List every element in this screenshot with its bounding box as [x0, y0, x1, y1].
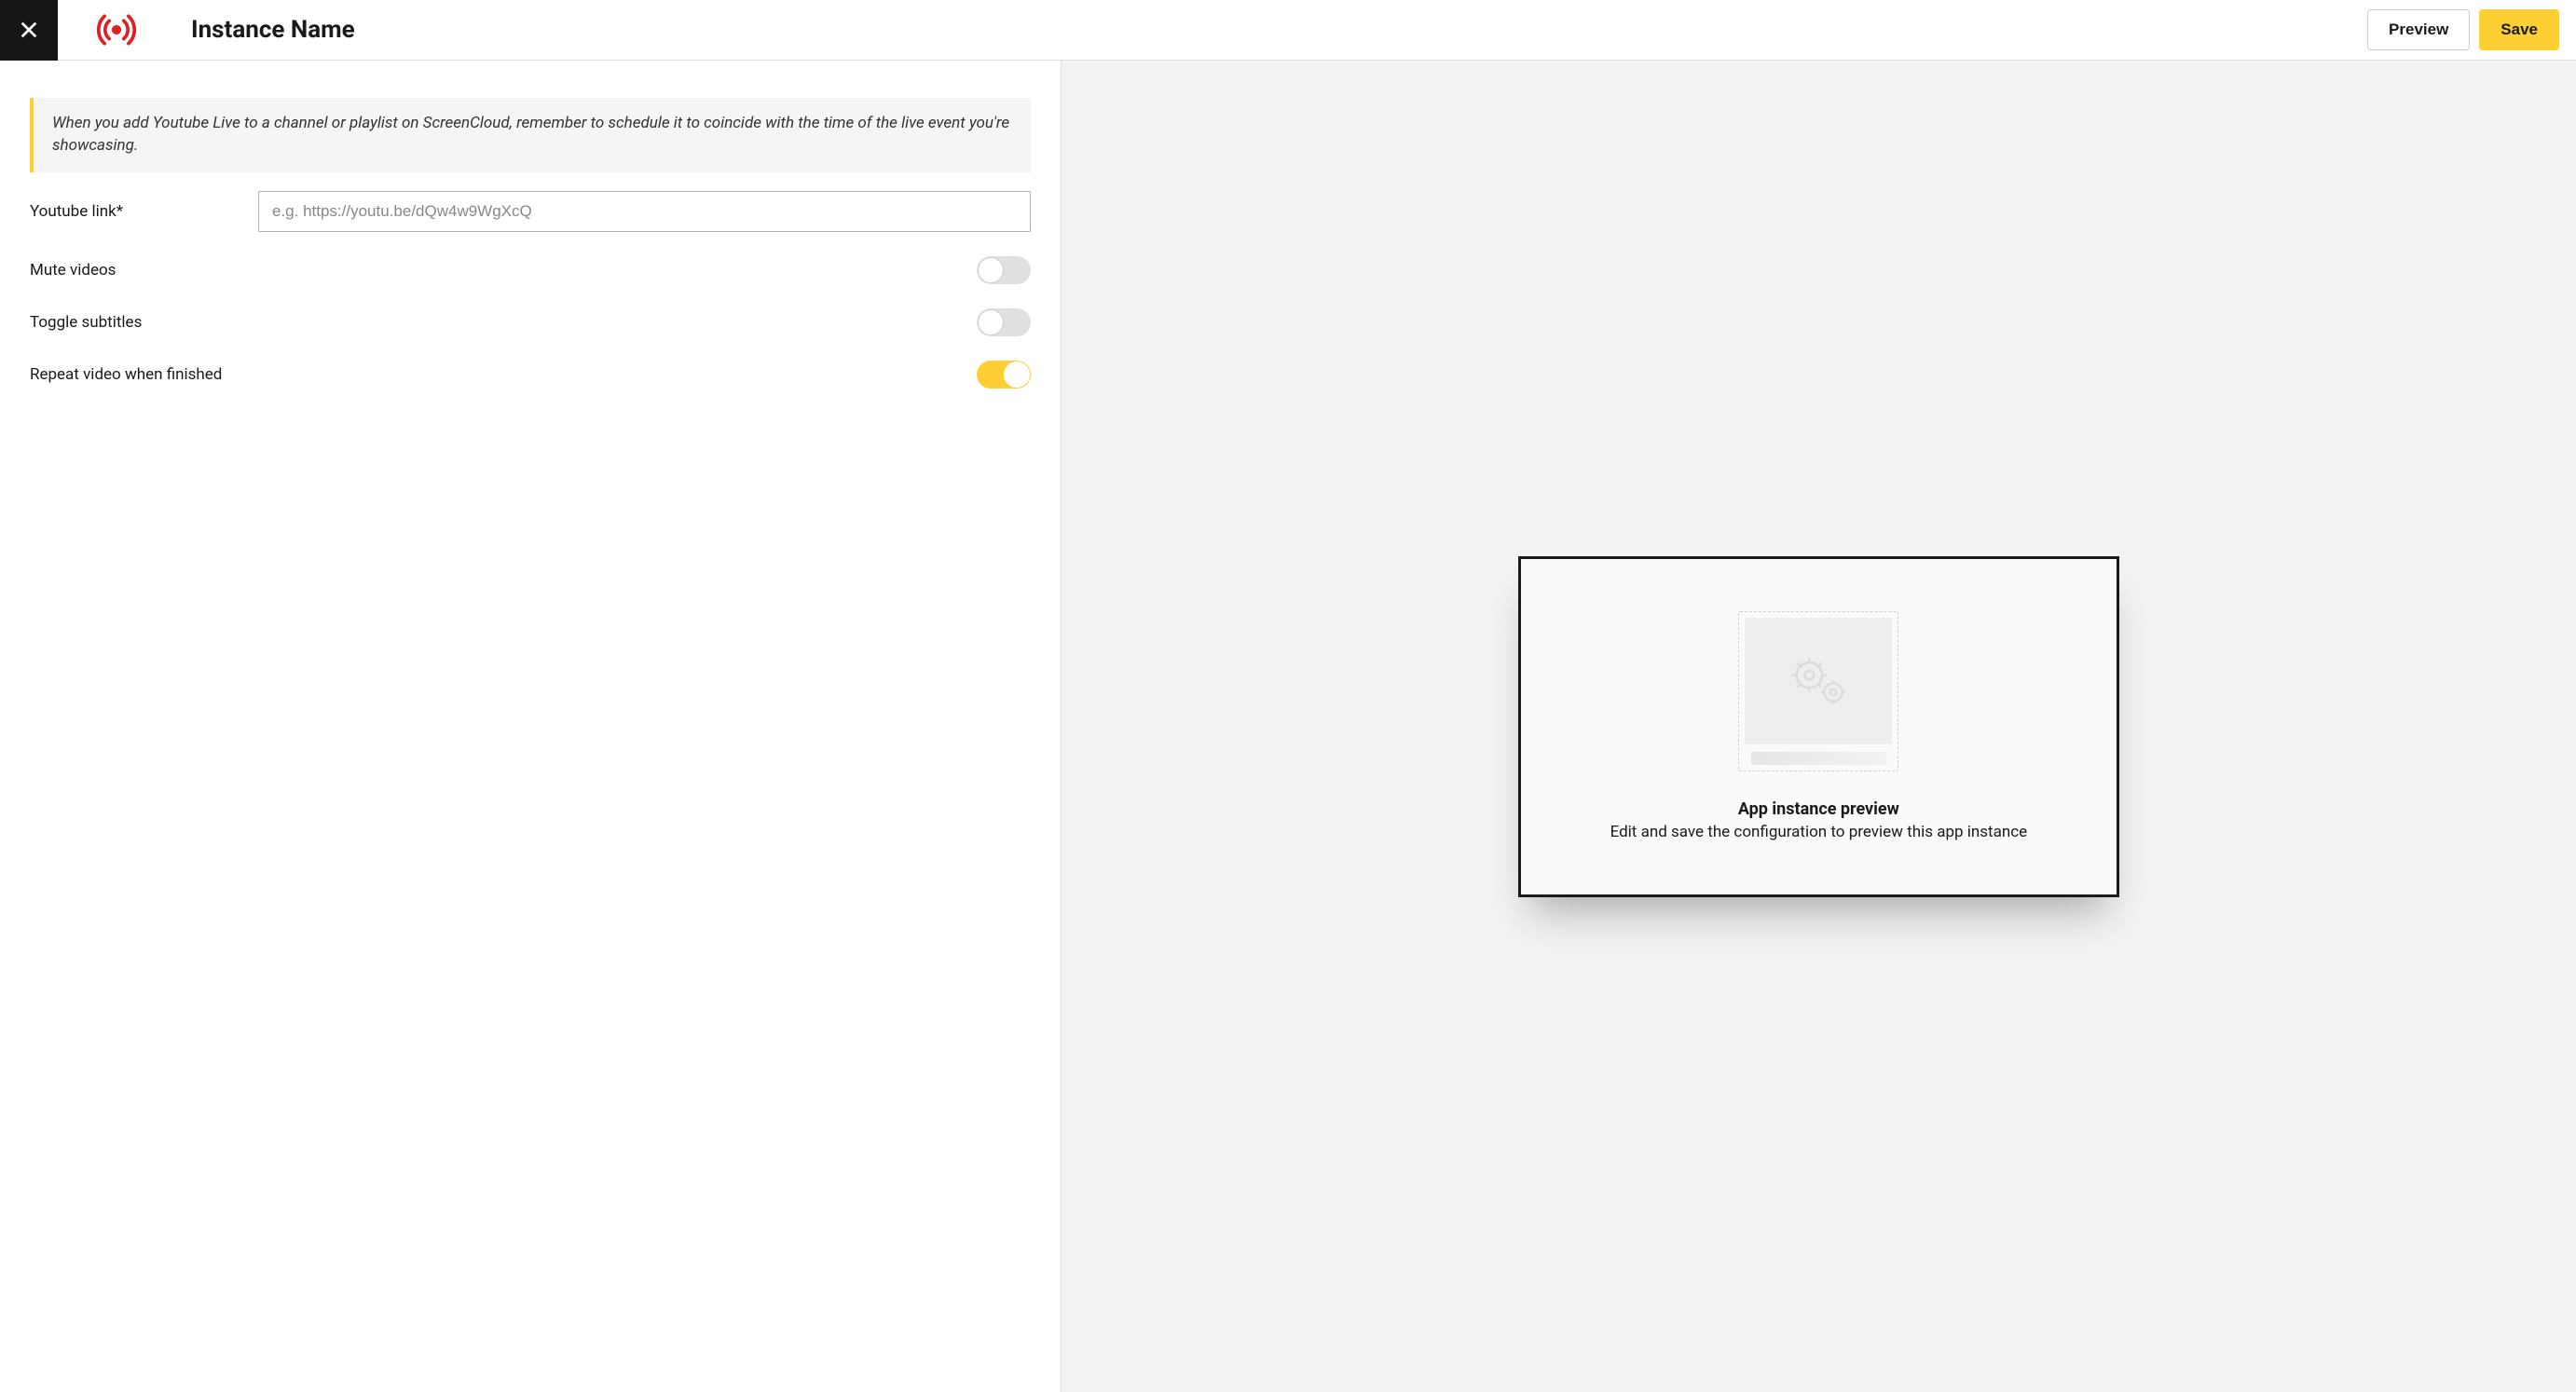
preview-description: Edit and save the configuration to previ…: [1610, 823, 2028, 841]
toggle-knob: [1004, 362, 1030, 388]
instance-title[interactable]: Instance Name: [191, 16, 2367, 44]
preview-title: App instance preview: [1738, 799, 1899, 819]
broadcast-icon: [95, 8, 138, 51]
close-button[interactable]: [0, 0, 58, 61]
youtube-link-row: Youtube link*: [30, 191, 1031, 232]
mute-label: Mute videos: [30, 261, 258, 280]
toggle-knob: [978, 309, 1004, 335]
placeholder-bar: [1751, 752, 1886, 765]
mute-row: Mute videos: [30, 256, 1031, 284]
preview-frame: App instance preview Edit and save the c…: [1518, 556, 2119, 897]
header-actions: Preview Save: [2367, 9, 2559, 50]
info-callout: When you add Youtube Live to a channel o…: [30, 98, 1031, 172]
repeat-label: Repeat video when finished: [30, 365, 258, 384]
app-live-icon: [93, 8, 140, 51]
header-bar: Instance Name Preview Save: [0, 0, 2576, 61]
subtitles-toggle[interactable]: [977, 308, 1031, 336]
close-icon: [19, 20, 39, 40]
repeat-toggle[interactable]: [977, 361, 1031, 389]
subtitles-label: Toggle subtitles: [30, 313, 258, 332]
main-content: When you add Youtube Live to a channel o…: [0, 61, 2576, 1392]
config-panel: When you add Youtube Live to a channel o…: [0, 61, 1062, 1392]
save-button[interactable]: Save: [2479, 9, 2559, 50]
placeholder-media-area: [1745, 618, 1892, 744]
repeat-row: Repeat video when finished: [30, 361, 1031, 389]
youtube-link-label: Youtube link*: [30, 202, 258, 221]
preview-button[interactable]: Preview: [2367, 9, 2470, 50]
gears-icon: [1781, 651, 1856, 711]
youtube-link-input[interactable]: [258, 191, 1031, 232]
preview-panel: App instance preview Edit and save the c…: [1062, 61, 2576, 1392]
subtitles-row: Toggle subtitles: [30, 308, 1031, 336]
toggle-knob: [978, 257, 1004, 283]
preview-placeholder-image: [1738, 611, 1898, 771]
mute-toggle[interactable]: [977, 256, 1031, 284]
